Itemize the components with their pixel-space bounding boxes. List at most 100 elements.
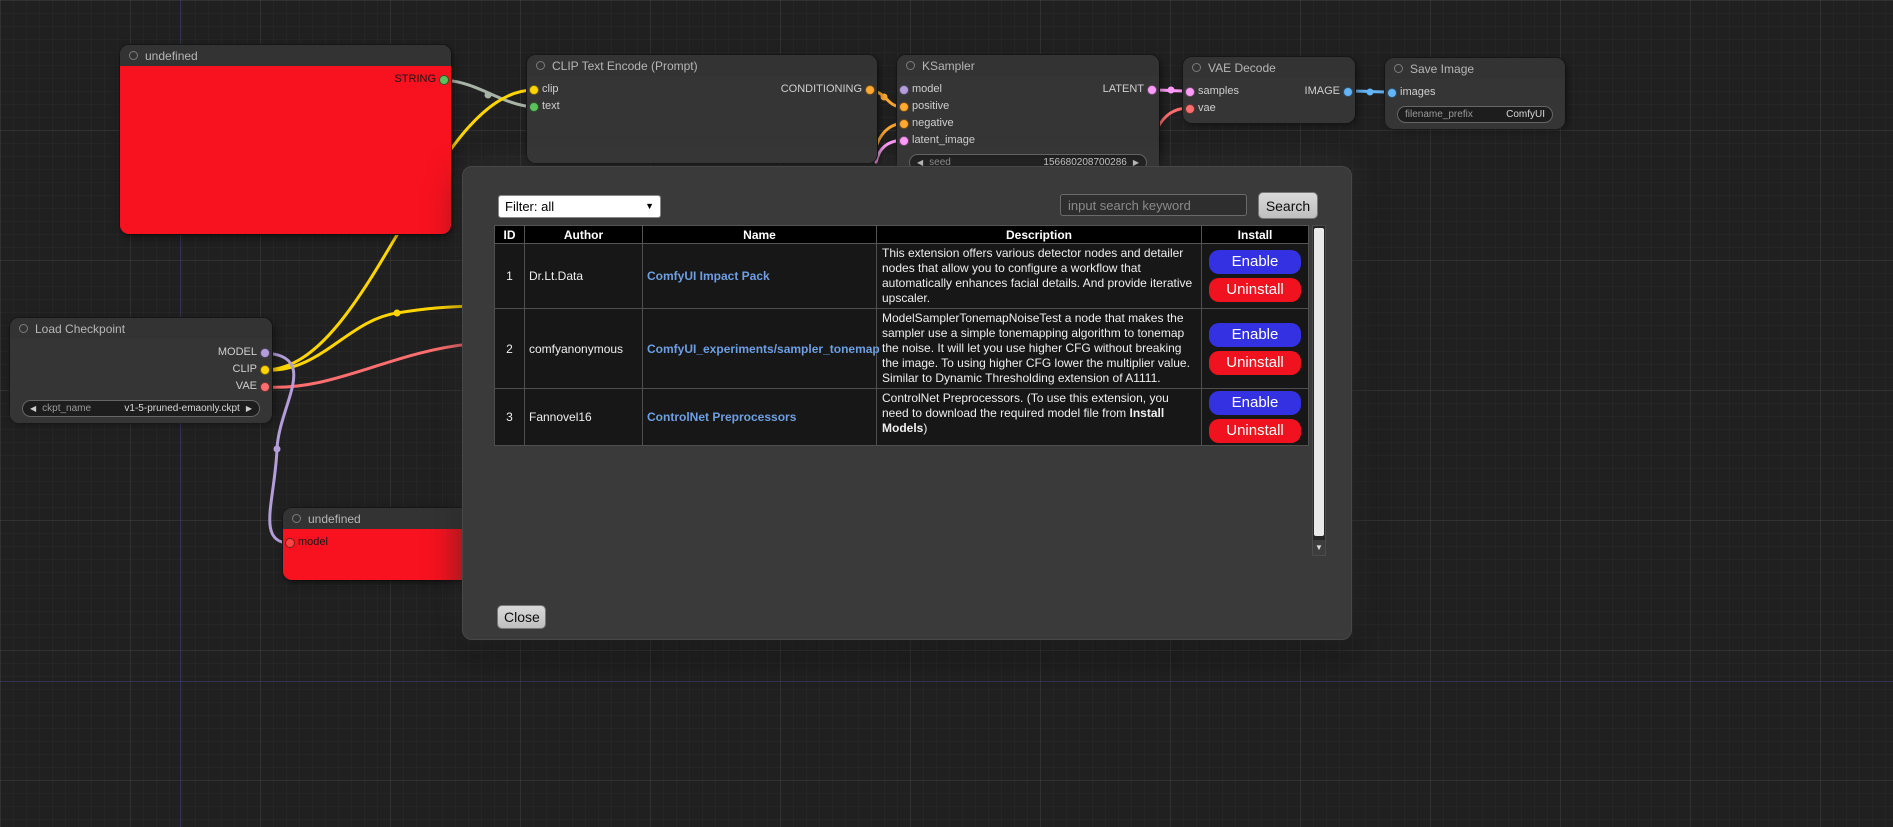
latent-image-input-dot-icon[interactable] xyxy=(899,136,909,146)
vae-output-dot-icon[interactable] xyxy=(260,382,270,392)
extension-description: ModelSamplerTonemapNoiseTest a node that… xyxy=(877,309,1202,389)
output-slot-image[interactable]: IMAGE xyxy=(1183,83,1355,100)
node-titlebar[interactable]: undefined xyxy=(120,45,451,66)
output-slot-vae[interactable]: VAE xyxy=(10,378,272,395)
decrement-arrow-icon[interactable]: ◀ xyxy=(30,401,36,416)
collapse-dot-icon[interactable] xyxy=(129,51,138,60)
output-slot-latent[interactable]: LATENT xyxy=(897,81,1159,98)
output-slot-conditioning[interactable]: CONDITIONING xyxy=(527,81,877,98)
extension-link[interactable]: ControlNet Preprocessors xyxy=(647,410,796,424)
widget-value: v1-5-pruned-emaonly.ckpt xyxy=(124,403,239,414)
uninstall-button[interactable]: Uninstall xyxy=(1209,351,1301,375)
node-titlebar[interactable]: VAE Decode xyxy=(1183,57,1355,78)
vae-input-dot-icon[interactable] xyxy=(1185,104,1195,114)
latent-output-dot-icon[interactable] xyxy=(1147,85,1157,95)
collapse-dot-icon[interactable] xyxy=(292,514,301,523)
wire-midpoint-dot xyxy=(1367,89,1374,96)
extension-link[interactable]: ComfyUI_experiments/sampler_tonemap xyxy=(647,342,880,356)
column-header-author: Author xyxy=(525,226,643,244)
output-slot-label: CONDITIONING xyxy=(781,83,862,95)
node-titlebar[interactable]: KSampler xyxy=(897,55,1159,76)
enable-button[interactable]: Enable xyxy=(1209,250,1301,274)
string-output-dot-icon[interactable] xyxy=(439,75,449,85)
column-header-description: Description xyxy=(877,226,1202,244)
uninstall-button[interactable]: Uninstall xyxy=(1209,278,1301,302)
node-vae-decode[interactable]: VAE Decode samples vae IMAGE xyxy=(1183,57,1355,122)
search-input[interactable] xyxy=(1060,194,1247,216)
node-undefined-model[interactable]: undefined model xyxy=(283,508,483,580)
input-slot-label: text xyxy=(542,100,560,112)
node-titlebar[interactable]: CLIP Text Encode (Prompt) xyxy=(527,55,877,76)
positive-input-dot-icon[interactable] xyxy=(899,102,909,112)
clip-output-dot-icon[interactable] xyxy=(260,365,270,375)
collapse-dot-icon[interactable] xyxy=(536,61,545,70)
node-body: samples vae IMAGE xyxy=(1183,78,1355,123)
node-save-image[interactable]: Save Image images filename_prefix ComfyU… xyxy=(1385,58,1565,126)
output-slot-model[interactable]: MODEL xyxy=(10,344,272,361)
conditioning-output-dot-icon[interactable] xyxy=(865,85,875,95)
enable-button[interactable]: Enable xyxy=(1209,323,1301,347)
images-input-dot-icon[interactable] xyxy=(1387,88,1397,98)
text-input-dot-icon[interactable] xyxy=(529,102,539,112)
output-slot-label: LATENT xyxy=(1103,83,1144,95)
output-slot-label: VAE xyxy=(236,380,257,392)
column-header-id: ID xyxy=(495,226,525,244)
wire-midpoint-dot xyxy=(274,446,281,453)
collapse-dot-icon[interactable] xyxy=(906,61,915,70)
collapse-dot-icon[interactable] xyxy=(1192,63,1201,72)
ckpt-name-widget[interactable]: ◀ ckpt_name v1-5-pruned-emaonly.ckpt ▶ xyxy=(22,400,260,417)
input-slot-vae[interactable]: vae xyxy=(1183,100,1355,117)
node-body: MODEL CLIP VAE ◀ ckpt_name v1-5-pruned-e… xyxy=(10,339,272,423)
enable-button[interactable]: Enable xyxy=(1209,391,1301,415)
input-slot-model[interactable]: model xyxy=(283,534,483,551)
widget-label: ckpt_name xyxy=(42,403,91,414)
collapse-dot-icon[interactable] xyxy=(19,324,28,333)
node-title: Save Image xyxy=(1410,62,1474,76)
input-slot-negative[interactable]: negative xyxy=(897,115,1159,132)
filter-select-wrap: Filter: all ▼ xyxy=(498,195,661,218)
close-button[interactable]: Close xyxy=(497,605,546,629)
input-slot-label: model xyxy=(298,536,328,548)
node-undefined-primitive[interactable]: undefined STRING xyxy=(120,45,451,234)
wire-midpoint-dot xyxy=(485,92,492,99)
node-title: KSampler xyxy=(922,59,975,73)
node-titlebar[interactable]: Load Checkpoint xyxy=(10,318,272,339)
input-slot-positive[interactable]: positive xyxy=(897,98,1159,115)
wire-midpoint-dot xyxy=(1168,87,1175,94)
column-header-name: Name xyxy=(643,226,877,244)
table-scrollbar[interactable]: ▼ xyxy=(1312,225,1326,556)
image-output-dot-icon[interactable] xyxy=(1343,87,1353,97)
scroll-down-arrow-icon[interactable]: ▼ xyxy=(1313,540,1325,555)
table-row: 2 comfyanonymous ComfyUI_experiments/sam… xyxy=(495,309,1309,389)
filter-select[interactable]: Filter: all xyxy=(498,195,661,218)
negative-input-dot-icon[interactable] xyxy=(899,119,909,129)
column-header-install: Install xyxy=(1202,226,1309,244)
scrollbar-thumb[interactable] xyxy=(1314,228,1324,536)
node-clip-text-encode[interactable]: CLIP Text Encode (Prompt) clip text COND… xyxy=(527,55,877,163)
output-slot-string[interactable]: STRING xyxy=(120,71,451,88)
input-slot-text[interactable]: text xyxy=(527,98,877,115)
output-slot-label: MODEL xyxy=(218,346,257,358)
filename-prefix-widget[interactable]: filename_prefix ComfyUI xyxy=(1397,106,1553,123)
input-slot-images[interactable]: images xyxy=(1385,84,1565,101)
node-load-checkpoint[interactable]: Load Checkpoint MODEL CLIP VAE ◀ ckpt_na… xyxy=(10,318,272,420)
input-slot-latent-image[interactable]: latent_image xyxy=(897,132,1159,149)
increment-arrow-icon[interactable]: ▶ xyxy=(246,401,252,416)
node-titlebar[interactable]: Save Image xyxy=(1385,58,1565,79)
widget-label: filename_prefix xyxy=(1405,109,1473,120)
extension-link[interactable]: ComfyUI Impact Pack xyxy=(647,269,770,283)
node-body: STRING xyxy=(120,66,451,234)
search-button[interactable]: Search xyxy=(1258,192,1318,219)
uninstall-button[interactable]: Uninstall xyxy=(1209,419,1301,443)
node-titlebar[interactable]: undefined xyxy=(283,508,483,529)
extension-table: ID Author Name Description Install 1 Dr.… xyxy=(494,225,1309,446)
widget-value: ComfyUI xyxy=(1506,109,1545,120)
extension-id: 2 xyxy=(495,309,525,389)
model-input-dot-icon[interactable] xyxy=(285,538,295,548)
collapse-dot-icon[interactable] xyxy=(1394,64,1403,73)
table-row: 1 Dr.Lt.Data ComfyUI Impact Pack This ex… xyxy=(495,244,1309,309)
output-slot-clip[interactable]: CLIP xyxy=(10,361,272,378)
extension-id: 3 xyxy=(495,389,525,446)
model-output-dot-icon[interactable] xyxy=(260,348,270,358)
node-ksampler[interactable]: KSampler model positive negative latent_… xyxy=(897,55,1159,169)
